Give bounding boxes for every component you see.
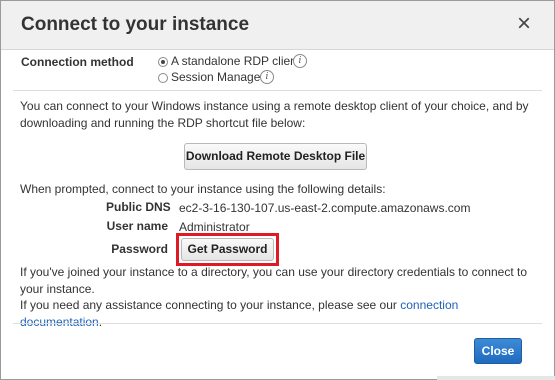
connect-dialog: Connect to your instance × Connection me… xyxy=(0,0,555,380)
password-label: Password xyxy=(111,242,168,256)
user-name-value: Administrator xyxy=(179,220,250,234)
separator xyxy=(13,323,542,324)
separator xyxy=(13,90,542,91)
prompt-text: When prompted, connect to your instance … xyxy=(20,182,386,196)
radio-standalone-rdp[interactable] xyxy=(158,57,168,67)
assistance-suffix: . xyxy=(98,314,103,329)
public-dns-label: Public DNS xyxy=(106,200,171,214)
radio-session-manager[interactable] xyxy=(158,73,168,83)
intro-text: You can connect to your Windows instance… xyxy=(20,99,529,130)
connection-method-label: Connection method xyxy=(21,55,134,69)
radio-session-manager-label[interactable]: Session Manager xyxy=(171,70,264,84)
close-button[interactable]: Close xyxy=(474,338,522,364)
user-name-label: User name xyxy=(106,219,168,233)
download-rdp-file-button[interactable]: Download Remote Desktop File xyxy=(184,143,367,170)
radio-standalone-rdp-label[interactable]: A standalone RDP client xyxy=(171,54,300,68)
dialog-header: Connect to your instance × xyxy=(1,1,554,50)
assistance-prefix: If you need any assistance connecting to… xyxy=(20,298,401,312)
info-icon[interactable]: i xyxy=(293,54,307,68)
assistance-text: If you need any assistance connecting to… xyxy=(20,297,535,330)
close-icon[interactable]: × xyxy=(512,11,536,37)
public-dns-value: ec2-3-16-130-107.us-east-2.compute.amazo… xyxy=(179,201,471,215)
info-icon[interactable]: i xyxy=(260,70,274,84)
window-edge-strip xyxy=(437,376,555,380)
directory-note: If you've joined your instance to a dire… xyxy=(20,265,528,296)
dialog-title: Connect to your instance xyxy=(21,14,250,35)
get-password-button[interactable]: Get Password xyxy=(181,238,274,261)
